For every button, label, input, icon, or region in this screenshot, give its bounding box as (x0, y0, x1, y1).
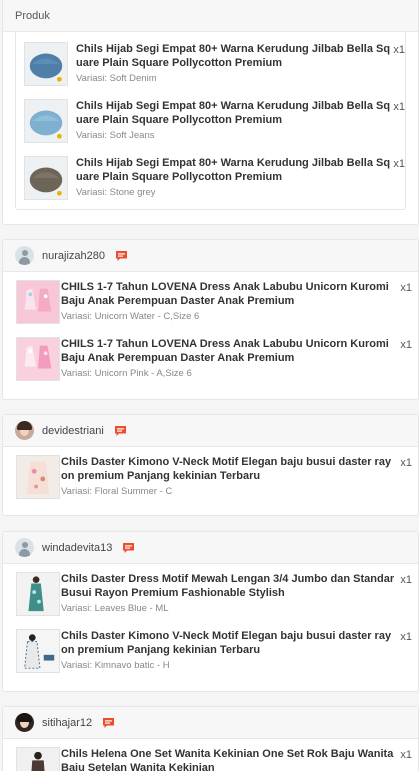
buyer-username[interactable]: nurajizah280 (42, 250, 105, 262)
order-card: windadevita13 Chils Daster Dress Motif M… (2, 531, 419, 692)
product-item[interactable]: Chils Hijab Segi Empat 80+ Warna Kerudun… (16, 95, 405, 152)
order-item-list: Chils Daster Kimono V-Neck Motif Elegan … (3, 447, 418, 508)
order-card: devidestriani Chils Daster Kimono V-Neck… (2, 414, 419, 516)
order-item[interactable]: Chils Daster Dress Motif Mewah Lengan 3/… (3, 568, 418, 625)
product-thumbnail[interactable] (24, 99, 68, 143)
product-thumbnail[interactable] (16, 337, 60, 381)
product-thumbnail[interactable] (24, 156, 68, 200)
product-variant: Variasi: Leaves Blue - ML (61, 603, 169, 614)
product-quantity: x1 (393, 101, 405, 113)
product-thumbnail[interactable] (24, 42, 68, 86)
product-name[interactable]: Chils Daster Kimono V-Neck Motif Elegan … (61, 451, 395, 483)
product-quantity: x1 (400, 457, 412, 469)
product-variant: Variasi: Soft Denim (76, 73, 157, 84)
product-name[interactable]: Chils Daster Dress Motif Mewah Lengan 3/… (61, 568, 395, 600)
chat-icon[interactable] (102, 717, 115, 729)
buyer-header: devidestriani (3, 415, 418, 447)
order-card: sitihajar12 Chils Helena One Set Wanita … (2, 706, 419, 771)
buyer-header: sitihajar12 (3, 707, 418, 739)
order-card: nurajizah280 CHILS 1-7 Tahun LOVENA Dres… (2, 239, 419, 400)
product-thumbnail[interactable] (16, 455, 60, 499)
product-quantity: x1 (393, 44, 405, 56)
product-quantity: x1 (393, 158, 405, 170)
buyer-header: nurajizah280 (3, 240, 418, 272)
product-name[interactable]: Chils Daster Kimono V-Neck Motif Elegan … (61, 625, 395, 657)
product-name[interactable]: Chils Hijab Segi Empat 80+ Warna Kerudun… (76, 95, 392, 127)
product-name[interactable]: CHILS 1-7 Tahun LOVENA Dress Anak Labubu… (61, 276, 395, 308)
avatar-icon (15, 713, 34, 732)
avatar-icon (15, 421, 34, 440)
product-variant: Variasi: Soft Jeans (76, 130, 155, 141)
buyer-username[interactable]: windadevita13 (42, 542, 112, 554)
product-variant: Variasi: Unicorn Water - C,Size 6 (61, 311, 200, 322)
order-item-list: Chils Helena One Set Wanita Kekinian One… (3, 739, 418, 771)
buyer-header: windadevita13 (3, 532, 418, 564)
product-quantity: x1 (400, 339, 412, 351)
product-name[interactable]: CHILS 1-7 Tahun LOVENA Dress Anak Labubu… (61, 333, 395, 365)
chat-icon[interactable] (115, 250, 128, 262)
order-item-list: CHILS 1-7 Tahun LOVENA Dress Anak Labubu… (3, 272, 418, 390)
chat-icon[interactable] (114, 425, 127, 437)
product-name[interactable]: Chils Hijab Segi Empat 80+ Warna Kerudun… (76, 152, 392, 184)
product-quantity: x1 (400, 749, 412, 761)
product-section-card: Produk Chils Hijab Segi Empat 80+ Warna … (2, 0, 419, 225)
chat-icon[interactable] (122, 542, 135, 554)
order-item[interactable]: Chils Daster Kimono V-Neck Motif Elegan … (3, 625, 418, 682)
product-thumbnail[interactable] (16, 747, 60, 771)
product-name[interactable]: Chils Helena One Set Wanita Kekinian One… (61, 743, 395, 771)
order-item[interactable]: Chils Daster Kimono V-Neck Motif Elegan … (3, 451, 418, 508)
product-thumbnail[interactable] (16, 572, 60, 616)
product-quantity: x1 (400, 631, 412, 643)
product-quantity: x1 (400, 574, 412, 586)
product-variant: Variasi: Stone grey (76, 187, 156, 198)
order-item-list: Chils Daster Dress Motif Mewah Lengan 3/… (3, 564, 418, 682)
product-item[interactable]: Chils Hijab Segi Empat 80+ Warna Kerudun… (16, 38, 405, 95)
order-item[interactable]: Chils Helena One Set Wanita Kekinian One… (3, 743, 418, 771)
product-item[interactable]: Chils Hijab Segi Empat 80+ Warna Kerudun… (16, 152, 405, 209)
buyer-username[interactable]: sitihajar12 (42, 717, 92, 729)
product-quantity: x1 (400, 282, 412, 294)
product-variant: Variasi: Floral Summer - C (61, 486, 173, 497)
product-name[interactable]: Chils Hijab Segi Empat 80+ Warna Kerudun… (76, 38, 392, 70)
product-variant: Variasi: Kimnavo batic - H (61, 660, 170, 671)
product-item-list: Chils Hijab Segi Empat 80+ Warna Kerudun… (15, 32, 406, 210)
product-variant: Variasi: Unicorn Pink - A,Size 6 (61, 368, 192, 379)
product-section-header: Produk (3, 0, 418, 32)
avatar-icon (15, 538, 34, 557)
order-item[interactable]: CHILS 1-7 Tahun LOVENA Dress Anak Labubu… (3, 333, 418, 390)
product-thumbnail[interactable] (16, 280, 60, 324)
avatar-icon (15, 246, 34, 265)
order-item[interactable]: CHILS 1-7 Tahun LOVENA Dress Anak Labubu… (3, 276, 418, 333)
product-section-title: Produk (15, 10, 50, 22)
product-thumbnail[interactable] (16, 629, 60, 673)
buyer-username[interactable]: devidestriani (42, 425, 104, 437)
